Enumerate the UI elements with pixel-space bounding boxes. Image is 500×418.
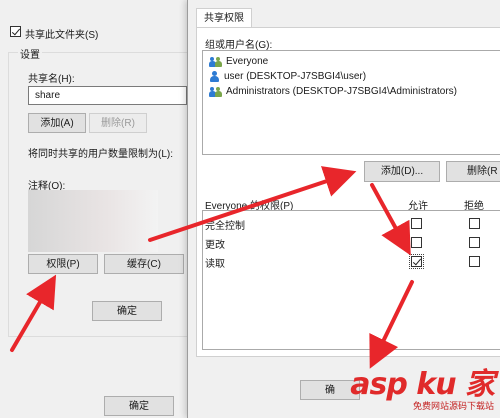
permissions-button[interactable]: 权限(P) <box>28 254 98 274</box>
list-item[interactable]: Everyone <box>209 56 268 67</box>
users-listbox[interactable]: Everyone user (DESKTOP-J7SBGI4\user) Adm… <box>202 50 500 155</box>
remove-user-button[interactable]: 删除(R <box>446 161 500 182</box>
tab-share-permissions[interactable]: 共享权限 <box>196 8 252 28</box>
watermark: asp ku 家 免费网站源码下载站 <box>350 359 495 412</box>
deny-full-control-checkbox[interactable] <box>469 218 480 229</box>
share-folder-label: 共享此文件夹(S) <box>25 30 99 41</box>
permission-name: 完全控制 <box>205 221 245 232</box>
share-name-input[interactable]: share <box>28 86 187 105</box>
list-item[interactable]: Administrators (DESKTOP-J7SBGI4\Administ… <box>209 86 457 97</box>
user-name: user (DESKTOP-J7SBGI4\user) <box>224 71 367 82</box>
list-item[interactable]: user (DESKTOP-J7SBGI4\user) <box>209 71 366 82</box>
allow-read-checkbox[interactable] <box>409 254 424 269</box>
settings-group-title: 设置 <box>18 46 42 61</box>
permission-name: 读取 <box>205 259 225 270</box>
share-permissions-dialog: 共享权限 组或用户名(G): Everyone user (DESKTOP-J7… <box>187 0 500 418</box>
group-icon <box>209 86 222 97</box>
comment-input[interactable] <box>28 190 158 252</box>
user-limit-label: 将同时共享的用户数量限制为(L): <box>28 149 173 160</box>
permission-name: 更改 <box>205 240 225 251</box>
ok-button[interactable]: 确定 <box>92 301 162 321</box>
user-name: Everyone <box>226 56 269 67</box>
add-user-button[interactable]: 添加(D)... <box>364 161 440 182</box>
deny-change-checkbox[interactable] <box>469 237 480 248</box>
delete-share-button[interactable]: 删除(R) <box>89 113 147 133</box>
share-name-label: 共享名(H): <box>28 74 75 85</box>
deny-read-checkbox[interactable] <box>469 256 480 267</box>
group-icon <box>209 56 222 67</box>
ok-button-bottom[interactable]: 确定 <box>104 396 174 416</box>
user-icon <box>209 71 220 82</box>
groups-label: 组或用户名(G): <box>205 40 273 51</box>
user-name: Administrators (DESKTOP-J7SBGI4\Administ… <box>226 86 457 97</box>
permissions-table: 完全控制 更改 读取 <box>202 210 500 350</box>
add-share-button[interactable]: 添加(A) <box>28 113 86 133</box>
share-folder-checkbox[interactable] <box>10 26 21 37</box>
allow-full-control-checkbox[interactable] <box>411 218 422 229</box>
allow-change-checkbox[interactable] <box>411 237 422 248</box>
cache-button[interactable]: 缓存(C) <box>104 254 184 274</box>
watermark-brand: asp ku 家 <box>350 367 495 402</box>
